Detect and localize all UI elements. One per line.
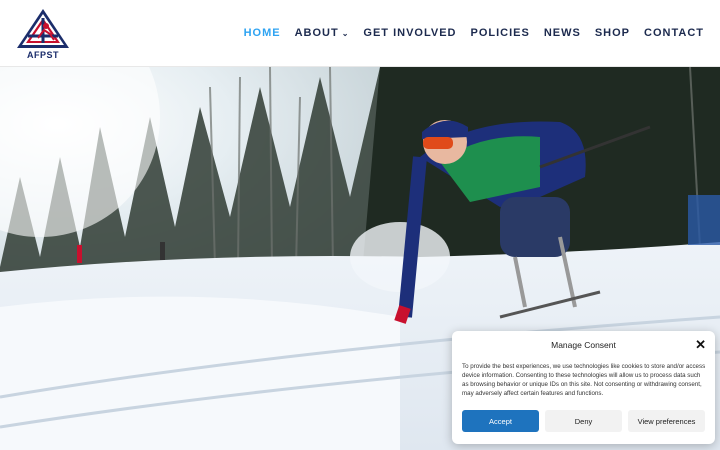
nav-home-label: HOME bbox=[243, 27, 281, 39]
nav-news[interactable]: NEWS bbox=[544, 27, 581, 39]
site-header: AFPST HOME ABOUT ⌄ GET INVOLVED POLICIES … bbox=[0, 0, 720, 67]
nav-contact-label: CONTACT bbox=[644, 27, 704, 39]
nav-about-label: ABOUT bbox=[294, 27, 339, 39]
nav-shop-label: SHOP bbox=[594, 27, 631, 39]
nav-shop[interactable]: SHOP bbox=[595, 27, 630, 39]
chevron-down-icon: ⌄ bbox=[341, 28, 350, 38]
nav-about[interactable]: ABOUT ⌄ bbox=[295, 27, 350, 39]
nav-policies-label: POLICIES bbox=[470, 27, 530, 39]
union-flag-triangle-icon bbox=[17, 9, 69, 48]
cookie-consent-dialog: Manage Consent ✕ To provide the best exp… bbox=[452, 331, 715, 444]
close-icon[interactable]: ✕ bbox=[695, 337, 706, 353]
consent-body: To provide the best experiences, we use … bbox=[462, 363, 706, 397]
nav-policies[interactable]: POLICIES bbox=[471, 27, 530, 39]
nav-get-involved-label: GET INVOLVED bbox=[363, 27, 457, 39]
afpst-logo[interactable]: AFPST bbox=[16, 8, 70, 60]
nav-news-label: NEWS bbox=[543, 27, 581, 39]
deny-button[interactable]: Deny bbox=[545, 410, 622, 432]
nav-get-involved[interactable]: GET INVOLVED bbox=[363, 27, 456, 39]
consent-title: Manage Consent bbox=[551, 340, 616, 350]
logo-text: AFPST bbox=[26, 50, 59, 60]
view-preferences-button[interactable]: View preferences bbox=[628, 410, 705, 432]
main-nav: HOME ABOUT ⌄ GET INVOLVED POLICIES NEWS S… bbox=[230, 27, 704, 39]
nav-contact[interactable]: CONTACT bbox=[644, 27, 704, 39]
nav-home[interactable]: HOME bbox=[244, 27, 281, 39]
accept-button[interactable]: Accept bbox=[462, 410, 539, 432]
